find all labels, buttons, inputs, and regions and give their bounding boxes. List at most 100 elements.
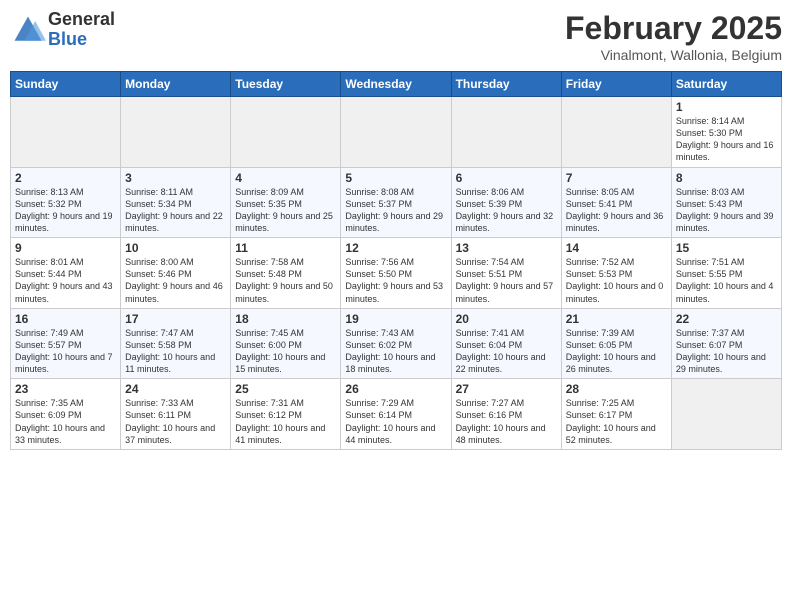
- day-info: Sunrise: 7:45 AM Sunset: 6:00 PM Dayligh…: [235, 327, 336, 376]
- day-info: Sunrise: 7:51 AM Sunset: 5:55 PM Dayligh…: [676, 256, 777, 305]
- calendar-cell: 1Sunrise: 8:14 AM Sunset: 5:30 PM Daylig…: [671, 97, 781, 168]
- weekday-header-wednesday: Wednesday: [341, 72, 451, 97]
- calendar-cell: 28Sunrise: 7:25 AM Sunset: 6:17 PM Dayli…: [561, 379, 671, 450]
- logo-text: General Blue: [48, 10, 115, 50]
- day-info: Sunrise: 8:00 AM Sunset: 5:46 PM Dayligh…: [125, 256, 226, 305]
- day-info: Sunrise: 7:54 AM Sunset: 5:51 PM Dayligh…: [456, 256, 557, 305]
- weekday-header-friday: Friday: [561, 72, 671, 97]
- day-number: 20: [456, 312, 557, 326]
- calendar-cell: 7Sunrise: 8:05 AM Sunset: 5:41 PM Daylig…: [561, 167, 671, 238]
- day-info: Sunrise: 8:06 AM Sunset: 5:39 PM Dayligh…: [456, 186, 557, 235]
- day-number: 25: [235, 382, 336, 396]
- logo-general-text: General: [48, 10, 115, 30]
- day-info: Sunrise: 8:09 AM Sunset: 5:35 PM Dayligh…: [235, 186, 336, 235]
- day-info: Sunrise: 7:49 AM Sunset: 5:57 PM Dayligh…: [15, 327, 116, 376]
- calendar-cell: [11, 97, 121, 168]
- logo: General Blue: [10, 10, 115, 50]
- calendar-cell: 22Sunrise: 7:37 AM Sunset: 6:07 PM Dayli…: [671, 308, 781, 379]
- calendar-cell: [561, 97, 671, 168]
- day-number: 18: [235, 312, 336, 326]
- day-number: 17: [125, 312, 226, 326]
- calendar-cell: 5Sunrise: 8:08 AM Sunset: 5:37 PM Daylig…: [341, 167, 451, 238]
- day-number: 8: [676, 171, 777, 185]
- week-row-3: 9Sunrise: 8:01 AM Sunset: 5:44 PM Daylig…: [11, 238, 782, 309]
- calendar-cell: 13Sunrise: 7:54 AM Sunset: 5:51 PM Dayli…: [451, 238, 561, 309]
- day-number: 14: [566, 241, 667, 255]
- calendar-cell: 2Sunrise: 8:13 AM Sunset: 5:32 PM Daylig…: [11, 167, 121, 238]
- day-number: 23: [15, 382, 116, 396]
- day-info: Sunrise: 7:41 AM Sunset: 6:04 PM Dayligh…: [456, 327, 557, 376]
- day-info: Sunrise: 7:43 AM Sunset: 6:02 PM Dayligh…: [345, 327, 446, 376]
- title-block: February 2025 Vinalmont, Wallonia, Belgi…: [565, 10, 782, 63]
- calendar-cell: 20Sunrise: 7:41 AM Sunset: 6:04 PM Dayli…: [451, 308, 561, 379]
- calendar-cell: [341, 97, 451, 168]
- calendar-cell: 14Sunrise: 7:52 AM Sunset: 5:53 PM Dayli…: [561, 238, 671, 309]
- calendar-cell: 3Sunrise: 8:11 AM Sunset: 5:34 PM Daylig…: [121, 167, 231, 238]
- day-number: 12: [345, 241, 446, 255]
- day-number: 21: [566, 312, 667, 326]
- day-info: Sunrise: 7:56 AM Sunset: 5:50 PM Dayligh…: [345, 256, 446, 305]
- calendar-cell: 17Sunrise: 7:47 AM Sunset: 5:58 PM Dayli…: [121, 308, 231, 379]
- week-row-4: 16Sunrise: 7:49 AM Sunset: 5:57 PM Dayli…: [11, 308, 782, 379]
- day-info: Sunrise: 7:37 AM Sunset: 6:07 PM Dayligh…: [676, 327, 777, 376]
- day-number: 15: [676, 241, 777, 255]
- day-number: 13: [456, 241, 557, 255]
- calendar-cell: 25Sunrise: 7:31 AM Sunset: 6:12 PM Dayli…: [231, 379, 341, 450]
- calendar-cell: 16Sunrise: 7:49 AM Sunset: 5:57 PM Dayli…: [11, 308, 121, 379]
- day-number: 28: [566, 382, 667, 396]
- calendar-location: Vinalmont, Wallonia, Belgium: [565, 47, 782, 63]
- calendar-cell: 19Sunrise: 7:43 AM Sunset: 6:02 PM Dayli…: [341, 308, 451, 379]
- calendar-cell: [451, 97, 561, 168]
- day-info: Sunrise: 7:33 AM Sunset: 6:11 PM Dayligh…: [125, 397, 226, 446]
- calendar-cell: 8Sunrise: 8:03 AM Sunset: 5:43 PM Daylig…: [671, 167, 781, 238]
- logo-blue-text: Blue: [48, 30, 115, 50]
- calendar-cell: 10Sunrise: 8:00 AM Sunset: 5:46 PM Dayli…: [121, 238, 231, 309]
- calendar-cell: 4Sunrise: 8:09 AM Sunset: 5:35 PM Daylig…: [231, 167, 341, 238]
- day-info: Sunrise: 7:25 AM Sunset: 6:17 PM Dayligh…: [566, 397, 667, 446]
- day-info: Sunrise: 8:01 AM Sunset: 5:44 PM Dayligh…: [15, 256, 116, 305]
- day-number: 10: [125, 241, 226, 255]
- week-row-1: 1Sunrise: 8:14 AM Sunset: 5:30 PM Daylig…: [11, 97, 782, 168]
- day-number: 7: [566, 171, 667, 185]
- day-info: Sunrise: 7:29 AM Sunset: 6:14 PM Dayligh…: [345, 397, 446, 446]
- calendar-cell: 26Sunrise: 7:29 AM Sunset: 6:14 PM Dayli…: [341, 379, 451, 450]
- weekday-header-tuesday: Tuesday: [231, 72, 341, 97]
- weekday-header-thursday: Thursday: [451, 72, 561, 97]
- day-number: 1: [676, 100, 777, 114]
- day-number: 26: [345, 382, 446, 396]
- day-number: 19: [345, 312, 446, 326]
- calendar-cell: 11Sunrise: 7:58 AM Sunset: 5:48 PM Dayli…: [231, 238, 341, 309]
- calendar-table: SundayMondayTuesdayWednesdayThursdayFrid…: [10, 71, 782, 450]
- calendar-cell: [231, 97, 341, 168]
- calendar-cell: 24Sunrise: 7:33 AM Sunset: 6:11 PM Dayli…: [121, 379, 231, 450]
- weekday-header-monday: Monday: [121, 72, 231, 97]
- calendar-cell: 27Sunrise: 7:27 AM Sunset: 6:16 PM Dayli…: [451, 379, 561, 450]
- week-row-5: 23Sunrise: 7:35 AM Sunset: 6:09 PM Dayli…: [11, 379, 782, 450]
- day-number: 27: [456, 382, 557, 396]
- calendar-cell: 12Sunrise: 7:56 AM Sunset: 5:50 PM Dayli…: [341, 238, 451, 309]
- weekday-header-saturday: Saturday: [671, 72, 781, 97]
- day-number: 6: [456, 171, 557, 185]
- day-info: Sunrise: 7:47 AM Sunset: 5:58 PM Dayligh…: [125, 327, 226, 376]
- calendar-cell: 15Sunrise: 7:51 AM Sunset: 5:55 PM Dayli…: [671, 238, 781, 309]
- page-header: General Blue February 2025 Vinalmont, Wa…: [10, 10, 782, 63]
- day-info: Sunrise: 7:31 AM Sunset: 6:12 PM Dayligh…: [235, 397, 336, 446]
- day-number: 11: [235, 241, 336, 255]
- day-number: 3: [125, 171, 226, 185]
- day-info: Sunrise: 7:52 AM Sunset: 5:53 PM Dayligh…: [566, 256, 667, 305]
- day-number: 9: [15, 241, 116, 255]
- calendar-cell: [671, 379, 781, 450]
- calendar-cell: 23Sunrise: 7:35 AM Sunset: 6:09 PM Dayli…: [11, 379, 121, 450]
- calendar-title: February 2025: [565, 10, 782, 47]
- day-number: 16: [15, 312, 116, 326]
- weekday-header-row: SundayMondayTuesdayWednesdayThursdayFrid…: [11, 72, 782, 97]
- day-info: Sunrise: 7:58 AM Sunset: 5:48 PM Dayligh…: [235, 256, 336, 305]
- day-info: Sunrise: 8:11 AM Sunset: 5:34 PM Dayligh…: [125, 186, 226, 235]
- day-info: Sunrise: 8:14 AM Sunset: 5:30 PM Dayligh…: [676, 115, 777, 164]
- day-number: 22: [676, 312, 777, 326]
- calendar-cell: 6Sunrise: 8:06 AM Sunset: 5:39 PM Daylig…: [451, 167, 561, 238]
- day-info: Sunrise: 7:27 AM Sunset: 6:16 PM Dayligh…: [456, 397, 557, 446]
- logo-icon: [10, 12, 46, 48]
- weekday-header-sunday: Sunday: [11, 72, 121, 97]
- calendar-cell: 9Sunrise: 8:01 AM Sunset: 5:44 PM Daylig…: [11, 238, 121, 309]
